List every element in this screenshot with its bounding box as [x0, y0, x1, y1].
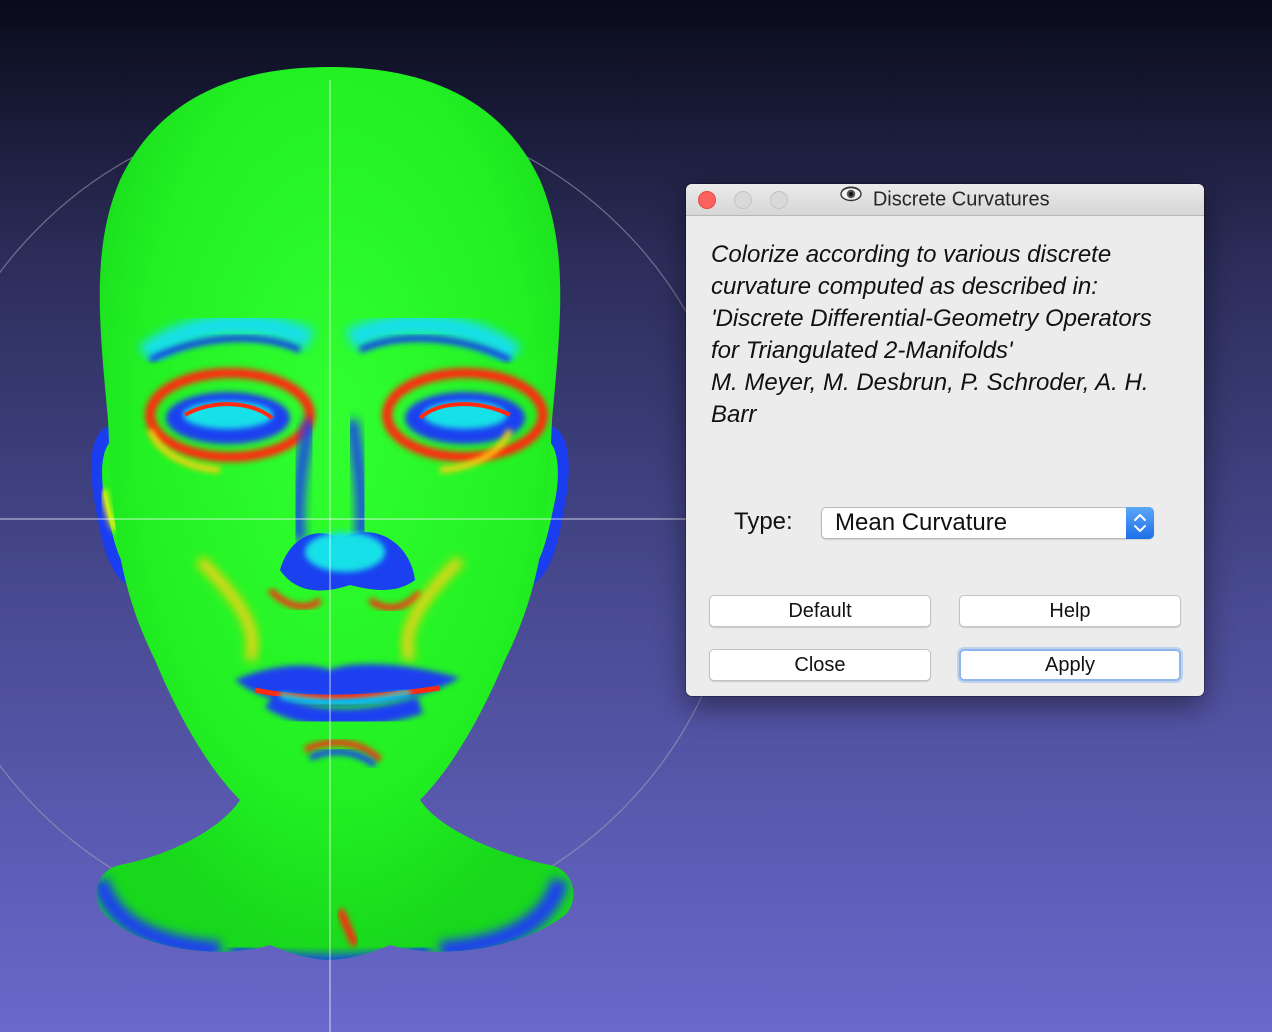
dialog-title: Discrete Curvatures [872, 188, 1050, 211]
up-down-chevron-icon[interactable] [1126, 507, 1154, 539]
discrete-curvatures-dialog: Discrete Curvatures Colorize according t… [686, 184, 1204, 696]
type-select[interactable]: Mean Curvature [821, 507, 1154, 539]
apply-button[interactable]: Apply [959, 649, 1181, 681]
type-label: Type: [734, 508, 793, 535]
title-wrap: Discrete Curvatures [686, 184, 1204, 215]
title-bar[interactable]: Discrete Curvatures [686, 184, 1204, 216]
filter-description: Colorize according to various discrete c… [711, 241, 1152, 428]
meshlab-eye-icon [840, 184, 863, 213]
type-select-value: Mean Curvature [835, 509, 1008, 536]
close-button[interactable]: Close [709, 649, 931, 681]
help-button[interactable]: Help [959, 595, 1181, 627]
head-mesh [96, 67, 574, 960]
default-button[interactable]: Default [709, 595, 931, 627]
